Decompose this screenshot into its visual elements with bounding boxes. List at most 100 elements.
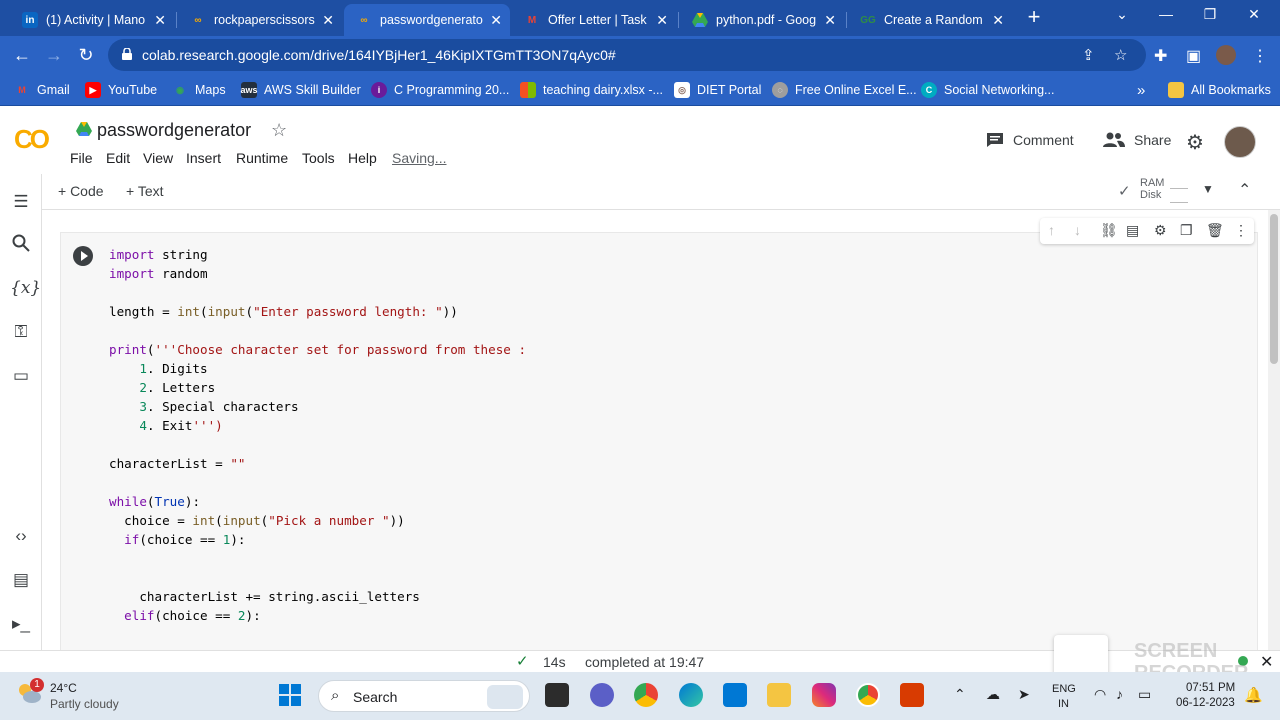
- bookmark-c-programming[interactable]: i C Programming 20...: [371, 81, 509, 99]
- code-editor[interactable]: import string import random length = int(…: [109, 245, 526, 625]
- more-icon[interactable]: ⋮: [1234, 222, 1248, 239]
- close-icon[interactable]: ✕: [824, 12, 836, 29]
- scrollbar[interactable]: [1268, 210, 1280, 650]
- notification-bell-icon[interactable]: 🔔: [1244, 686, 1263, 704]
- variables-icon[interactable]: {x}: [10, 278, 41, 300]
- close-icon[interactable]: ✕: [1260, 652, 1273, 672]
- close-icon[interactable]: ✕: [154, 12, 166, 29]
- close-window-icon[interactable]: ✕: [1242, 6, 1266, 26]
- tab-linkedin[interactable]: in (1) Activity | Mano ✕: [10, 4, 174, 36]
- instagram-icon[interactable]: [812, 683, 836, 707]
- address-bar[interactable]: colab.research.google.com/drive/164IYBjH…: [108, 39, 1146, 71]
- minimize-icon[interactable]: —: [1154, 6, 1178, 26]
- windows-start-icon[interactable]: [278, 683, 302, 707]
- star-icon[interactable]: ☆: [271, 120, 287, 141]
- code-cell[interactable]: import string import random length = int(…: [60, 232, 1258, 650]
- tab-search-icon[interactable]: ⌄: [1110, 6, 1134, 26]
- share-button[interactable]: Share: [1103, 132, 1171, 148]
- clock-time[interactable]: 07:51 PM: [1186, 682, 1235, 694]
- side-panel-icon[interactable]: ▣: [1186, 46, 1201, 66]
- back-icon[interactable]: ←: [10, 43, 34, 67]
- collapse-icon[interactable]: ⌃: [1238, 180, 1251, 200]
- add-code-button[interactable]: + Code: [58, 183, 104, 199]
- link-icon[interactable]: ⛓: [1100, 222, 1118, 239]
- bookmark-gmail[interactable]: M Gmail: [14, 81, 69, 99]
- close-icon[interactable]: ✕: [992, 12, 1004, 29]
- clock-date[interactable]: 06-12-2023: [1176, 697, 1235, 709]
- menu-runtime[interactable]: Runtime: [236, 150, 288, 166]
- close-icon[interactable]: ✕: [490, 12, 502, 29]
- new-tab-button[interactable]: +: [1022, 6, 1046, 30]
- code-snippets-icon[interactable]: ‹›: [10, 526, 32, 548]
- bookmark-youtube[interactable]: ▶ YouTube: [85, 81, 157, 99]
- location-icon[interactable]: ➤: [1018, 686, 1030, 703]
- gear-icon[interactable]: ⚙: [1154, 222, 1167, 239]
- more-menu-icon[interactable]: ⋮: [1252, 46, 1268, 66]
- teams-icon[interactable]: [590, 683, 614, 707]
- network-icon[interactable]: ☁: [986, 686, 1000, 703]
- wifi-icon[interactable]: ◠: [1094, 686, 1106, 703]
- edge-icon[interactable]: [679, 683, 703, 707]
- colab-logo[interactable]: CO: [14, 124, 50, 155]
- taskbar-search[interactable]: ⌕ Search: [318, 680, 530, 712]
- menu-help[interactable]: Help: [348, 150, 377, 166]
- bookmark-teaching-dairy[interactable]: teaching dairy.xlsx -...: [520, 81, 663, 99]
- comment-icon[interactable]: ▤: [1126, 222, 1139, 239]
- volume-icon[interactable]: ♪: [1116, 686, 1123, 702]
- menu-file[interactable]: File: [70, 150, 93, 166]
- close-icon[interactable]: ✕: [322, 12, 334, 29]
- bookmark-free-online-excel[interactable]: ◌ Free Online Excel E...: [772, 81, 917, 99]
- bookmarks-overflow-button[interactable]: »: [1137, 81, 1145, 99]
- move-up-icon[interactable]: ↑: [1048, 222, 1055, 238]
- key-icon[interactable]: ⚿: [10, 322, 32, 344]
- chrome-profile-icon[interactable]: [856, 683, 880, 707]
- search-icon[interactable]: [10, 234, 32, 256]
- menu-tools[interactable]: Tools: [302, 150, 335, 166]
- bookmark-social-networking[interactable]: C Social Networking...: [921, 81, 1054, 99]
- tab-rockpaperscissors[interactable]: ∞ rockpaperscissors ✕: [178, 4, 342, 36]
- menu-insert[interactable]: Insert: [186, 150, 221, 166]
- terminal-icon[interactable]: ▸_: [10, 614, 32, 636]
- menu-edit[interactable]: Edit: [106, 150, 130, 166]
- comment-button[interactable]: Comment: [986, 132, 1074, 148]
- chrome-icon[interactable]: [634, 683, 658, 707]
- notebook-title[interactable]: passwordgenerator: [97, 120, 251, 141]
- folder-icon[interactable]: ▭: [10, 366, 32, 388]
- delete-icon[interactable]: 🗑: [1206, 222, 1224, 239]
- move-down-icon[interactable]: ↓: [1074, 222, 1081, 238]
- task-view-icon[interactable]: [545, 683, 569, 707]
- forward-icon[interactable]: →: [42, 43, 66, 67]
- mirror-cell-icon[interactable]: ❐: [1180, 222, 1193, 239]
- extensions-icon[interactable]: ✚: [1154, 46, 1167, 66]
- language-region[interactable]: IN: [1058, 698, 1069, 710]
- close-icon[interactable]: ✕: [656, 12, 668, 29]
- profile-avatar[interactable]: [1216, 45, 1236, 65]
- bookmark-maps[interactable]: ◉ Maps: [172, 81, 226, 99]
- restore-icon[interactable]: ❐: [1198, 6, 1222, 26]
- resource-monitor[interactable]: RAM Disk: [1140, 177, 1164, 201]
- add-text-button[interactable]: + Text: [126, 183, 164, 199]
- command-palette-icon[interactable]: ▤: [10, 570, 32, 592]
- all-bookmarks-button[interactable]: All Bookmarks: [1168, 81, 1271, 99]
- bookmark-star-icon[interactable]: ☆: [1114, 46, 1127, 64]
- bookmark-aws[interactable]: aws AWS Skill Builder: [241, 81, 361, 99]
- run-cell-button[interactable]: [73, 246, 93, 266]
- tab-passwordgenerator[interactable]: ∞ passwordgenerato ✕: [344, 4, 510, 36]
- chevron-down-icon[interactable]: ▼: [1202, 182, 1214, 196]
- language-indicator[interactable]: ENG: [1052, 683, 1076, 695]
- file-explorer-icon[interactable]: [767, 683, 791, 707]
- bookmark-diet-portal[interactable]: ◎ DIET Portal: [674, 81, 761, 99]
- scroll-thumb[interactable]: [1270, 214, 1278, 364]
- tab-python-pdf[interactable]: python.pdf - Goog ✕: [680, 4, 844, 36]
- table-of-contents-icon[interactable]: ☰: [10, 192, 32, 214]
- execution-status[interactable]: completed at 19:47: [585, 654, 704, 670]
- recorder-app-icon[interactable]: [900, 683, 924, 707]
- share-page-icon[interactable]: ⇪: [1082, 46, 1095, 64]
- avatar[interactable]: [1224, 126, 1256, 158]
- gear-icon[interactable]: ⚙: [1186, 130, 1204, 155]
- menu-view[interactable]: View: [143, 150, 173, 166]
- store-icon[interactable]: [723, 683, 747, 707]
- tab-offer-letter[interactable]: M Offer Letter | Task ✕: [512, 4, 676, 36]
- battery-icon[interactable]: ▭: [1138, 686, 1151, 703]
- reload-icon[interactable]: ↻: [74, 43, 98, 67]
